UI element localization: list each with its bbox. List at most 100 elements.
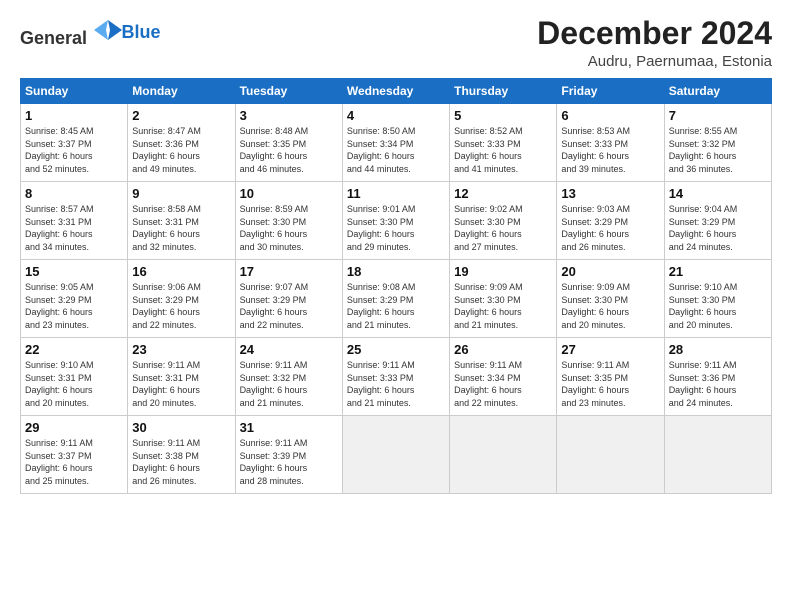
cell-details: Sunrise: 9:07 AMSunset: 3:29 PMDaylight:…	[240, 281, 338, 331]
cell-details: Sunrise: 9:11 AMSunset: 3:34 PMDaylight:…	[454, 359, 552, 409]
calendar-cell: 1Sunrise: 8:45 AMSunset: 3:37 PMDaylight…	[21, 104, 128, 182]
day-number: 15	[25, 264, 123, 279]
calendar-cell: 30 Sunrise: 9:11 AMSunset: 3:38 PMDayligh…	[128, 416, 235, 494]
header: General Blue December 2024 Audru, Paernu…	[20, 16, 772, 70]
day-number: 17	[240, 264, 338, 279]
calendar-cell: 7 Sunrise: 8:55 AMSunset: 3:32 PMDaylight…	[664, 104, 771, 182]
cell-details: Sunrise: 9:10 AMSunset: 3:31 PMDaylight:…	[25, 359, 123, 409]
day-number: 9	[132, 186, 230, 201]
calendar-cell: 8Sunrise: 8:57 AMSunset: 3:31 PMDaylight…	[21, 182, 128, 260]
cell-details: Sunrise: 9:11 AMSunset: 3:32 PMDaylight:…	[240, 359, 338, 409]
day-number: 12	[454, 186, 552, 201]
calendar-cell	[342, 416, 449, 494]
calendar-cell: 20 Sunrise: 9:09 AMSunset: 3:30 PMDayligh…	[557, 260, 664, 338]
cell-details: Sunrise: 9:02 AMSunset: 3:30 PMDaylight:…	[454, 203, 552, 253]
day-number: 5	[454, 108, 552, 123]
cell-details: Sunrise: 9:11 AMSunset: 3:38 PMDaylight:…	[132, 437, 230, 487]
day-number: 21	[669, 264, 767, 279]
week-row-4: 22 Sunrise: 9:10 AMSunset: 3:31 PMDayligh…	[21, 338, 772, 416]
cell-details: Sunrise: 9:11 AMSunset: 3:36 PMDaylight:…	[669, 359, 767, 409]
day-number: 2	[132, 108, 230, 123]
cell-details: Sunrise: 9:05 AMSunset: 3:29 PMDaylight:…	[25, 281, 123, 331]
calendar-cell: 17 Sunrise: 9:07 AMSunset: 3:29 PMDayligh…	[235, 260, 342, 338]
cell-details: Sunrise: 8:57 AMSunset: 3:31 PMDaylight:…	[25, 203, 123, 253]
cell-details: Sunrise: 8:48 AMSunset: 3:35 PMDaylight:…	[240, 125, 338, 175]
calendar-cell: 26 Sunrise: 9:11 AMSunset: 3:34 PMDayligh…	[450, 338, 557, 416]
calendar-cell: 18 Sunrise: 9:08 AMSunset: 3:29 PMDayligh…	[342, 260, 449, 338]
cell-details: Sunrise: 9:06 AMSunset: 3:29 PMDaylight:…	[132, 281, 230, 331]
day-number: 28	[669, 342, 767, 357]
week-row-2: 8Sunrise: 8:57 AMSunset: 3:31 PMDaylight…	[21, 182, 772, 260]
logo-bird-icon	[94, 16, 122, 44]
calendar-cell: 15 Sunrise: 9:05 AMSunset: 3:29 PMDayligh…	[21, 260, 128, 338]
weekday-header-row: SundayMondayTuesdayWednesdayThursdayFrid…	[21, 79, 772, 104]
cell-details: Sunrise: 8:45 AMSunset: 3:37 PMDaylight:…	[25, 125, 123, 175]
cell-details: Sunrise: 9:11 AMSunset: 3:39 PMDaylight:…	[240, 437, 338, 487]
cell-details: Sunrise: 8:59 AMSunset: 3:30 PMDaylight:…	[240, 203, 338, 253]
day-number: 31	[240, 420, 338, 435]
cell-details: Sunrise: 8:58 AMSunset: 3:31 PMDaylight:…	[132, 203, 230, 253]
calendar-cell: 3Sunrise: 8:48 AMSunset: 3:35 PMDaylight…	[235, 104, 342, 182]
day-number: 24	[240, 342, 338, 357]
location-title: Audru, Paernumaa, Estonia	[537, 53, 772, 70]
day-number: 4	[347, 108, 445, 123]
calendar-cell: 2 Sunrise: 8:47 AMSunset: 3:36 PMDaylight…	[128, 104, 235, 182]
month-title: December 2024	[537, 16, 772, 51]
cell-details: Sunrise: 9:11 AMSunset: 3:31 PMDaylight:…	[132, 359, 230, 409]
calendar-cell: 25 Sunrise: 9:11 AMSunset: 3:33 PMDayligh…	[342, 338, 449, 416]
day-number: 20	[561, 264, 659, 279]
calendar-cell: 14 Sunrise: 9:04 AMSunset: 3:29 PMDayligh…	[664, 182, 771, 260]
weekday-header-tuesday: Tuesday	[235, 79, 342, 104]
day-number: 18	[347, 264, 445, 279]
calendar-cell: 22 Sunrise: 9:10 AMSunset: 3:31 PMDayligh…	[21, 338, 128, 416]
cell-details: Sunrise: 9:03 AMSunset: 3:29 PMDaylight:…	[561, 203, 659, 253]
logo: General Blue	[20, 16, 161, 49]
calendar-cell: 24 Sunrise: 9:11 AMSunset: 3:32 PMDayligh…	[235, 338, 342, 416]
calendar-cell: 31 Sunrise: 9:11 AMSunset: 3:39 PMDayligh…	[235, 416, 342, 494]
cell-details: Sunrise: 8:47 AMSunset: 3:36 PMDaylight:…	[132, 125, 230, 175]
calendar-cell	[450, 416, 557, 494]
calendar-cell: 29 Sunrise: 9:11 AMSunset: 3:37 PMDayligh…	[21, 416, 128, 494]
logo-blue-text: Blue	[122, 22, 161, 42]
day-number: 7	[669, 108, 767, 123]
cell-details: Sunrise: 8:50 AMSunset: 3:34 PMDaylight:…	[347, 125, 445, 175]
cell-details: Sunrise: 9:04 AMSunset: 3:29 PMDaylight:…	[669, 203, 767, 253]
week-row-1: 1Sunrise: 8:45 AMSunset: 3:37 PMDaylight…	[21, 104, 772, 182]
weekday-header-sunday: Sunday	[21, 79, 128, 104]
day-number: 10	[240, 186, 338, 201]
cell-details: Sunrise: 8:55 AMSunset: 3:32 PMDaylight:…	[669, 125, 767, 175]
cell-details: Sunrise: 9:08 AMSunset: 3:29 PMDaylight:…	[347, 281, 445, 331]
calendar-cell: 4 Sunrise: 8:50 AMSunset: 3:34 PMDaylight…	[342, 104, 449, 182]
day-number: 14	[669, 186, 767, 201]
day-number: 25	[347, 342, 445, 357]
day-number: 11	[347, 186, 445, 201]
weekday-header-wednesday: Wednesday	[342, 79, 449, 104]
day-number: 29	[25, 420, 123, 435]
calendar-cell: 5Sunrise: 8:52 AMSunset: 3:33 PMDaylight…	[450, 104, 557, 182]
cell-details: Sunrise: 9:09 AMSunset: 3:30 PMDaylight:…	[561, 281, 659, 331]
weekday-header-friday: Friday	[557, 79, 664, 104]
cell-details: Sunrise: 8:53 AMSunset: 3:33 PMDaylight:…	[561, 125, 659, 175]
calendar-cell: 11Sunrise: 9:01 AMSunset: 3:30 PMDayligh…	[342, 182, 449, 260]
calendar-cell: 28 Sunrise: 9:11 AMSunset: 3:36 PMDayligh…	[664, 338, 771, 416]
day-number: 13	[561, 186, 659, 201]
calendar-cell	[664, 416, 771, 494]
calendar-cell: 21Sunrise: 9:10 AMSunset: 3:30 PMDayligh…	[664, 260, 771, 338]
weekday-header-monday: Monday	[128, 79, 235, 104]
week-row-5: 29 Sunrise: 9:11 AMSunset: 3:37 PMDayligh…	[21, 416, 772, 494]
calendar-cell: 23Sunrise: 9:11 AMSunset: 3:31 PMDayligh…	[128, 338, 235, 416]
calendar-cell: 13 Sunrise: 9:03 AMSunset: 3:29 PMDayligh…	[557, 182, 664, 260]
cell-details: Sunrise: 9:11 AMSunset: 3:33 PMDaylight:…	[347, 359, 445, 409]
calendar-cell: 10 Sunrise: 8:59 AMSunset: 3:30 PMDayligh…	[235, 182, 342, 260]
cell-details: Sunrise: 9:11 AMSunset: 3:37 PMDaylight:…	[25, 437, 123, 487]
day-number: 27	[561, 342, 659, 357]
day-number: 22	[25, 342, 123, 357]
day-number: 26	[454, 342, 552, 357]
day-number: 30	[132, 420, 230, 435]
day-number: 6	[561, 108, 659, 123]
day-number: 16	[132, 264, 230, 279]
calendar-cell: 19Sunrise: 9:09 AMSunset: 3:30 PMDayligh…	[450, 260, 557, 338]
calendar-cell	[557, 416, 664, 494]
calendar-cell: 27Sunrise: 9:11 AMSunset: 3:35 PMDayligh…	[557, 338, 664, 416]
calendar-cell: 6 Sunrise: 8:53 AMSunset: 3:33 PMDaylight…	[557, 104, 664, 182]
